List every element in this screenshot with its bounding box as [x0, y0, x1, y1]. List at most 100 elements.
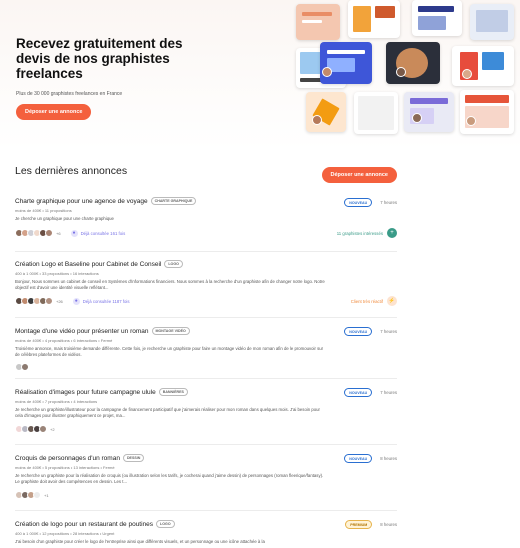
listing-meta: 400 à 1 000€ • 33 propositions • 16 inte… — [15, 271, 99, 276]
listing-status: NOUVEAU 8 heures — [344, 454, 397, 463]
listing-meta: moins de 400€ • 7 propositions • 4 inter… — [15, 399, 98, 404]
listing-footer: +26 ● Déjà consultée 1187 fois Client tr… — [15, 296, 397, 307]
designer-avatar — [312, 115, 322, 125]
hero-subtitle: Plus de 30 000 graphistes freelances en … — [16, 91, 123, 97]
listing-footer: +1 — [15, 491, 397, 500]
section-title: Les dernières annonces — [15, 165, 128, 177]
avatar — [39, 425, 47, 434]
listing-item[interactable]: Croquis de personnages d'un roman DESSIN… — [15, 445, 397, 511]
listing-title[interactable]: Réalisation d'images pour future campagn… — [15, 389, 156, 396]
lightning-icon: ⚡ — [387, 296, 397, 307]
avatar — [45, 229, 53, 238]
interest-info: 11 graphistes intéressés + — [336, 228, 397, 239]
more-applicants-count: +2 — [50, 426, 55, 432]
listings-list: Charte graphique pour une agence de voya… — [15, 195, 397, 548]
listing-footer: +2 — [15, 425, 397, 434]
hero-text: Recevez gratuitement des devis de nos gr… — [16, 36, 216, 120]
listing-footer: +6 ● Déjà consultée 161 fois 11 graphist… — [15, 228, 397, 239]
eye-icon: ● — [70, 229, 78, 237]
designer-avatar — [322, 67, 332, 77]
applicant-avatars — [15, 297, 53, 306]
category-tag[interactable]: LOGO — [156, 520, 175, 528]
listing-meta: moins de 400€ • 11 propositions — [15, 208, 72, 213]
portfolio-tile — [306, 92, 346, 132]
portfolio-tile — [452, 46, 514, 86]
status-badge: NOUVEAU — [344, 454, 373, 463]
portfolio-tile — [470, 4, 514, 40]
designer-avatar — [396, 67, 406, 77]
portfolio-tile — [460, 90, 514, 134]
listing-title[interactable]: Montage d'une vidéo pour présenter un ro… — [15, 328, 149, 335]
hero-post-ad-button[interactable]: Déposer une annonce — [16, 104, 92, 120]
listing-status: NOUVEAU 7 heures — [344, 198, 397, 207]
listings-header: Les dernières annonces Déposer une annon… — [15, 165, 397, 185]
listing-title[interactable]: Création Logo et Baseline pour Cabinet d… — [15, 261, 161, 268]
listing-item[interactable]: Réalisation d'images pour future campagn… — [15, 379, 397, 445]
listing-description: Bonjour, Nous sommes un cabinet de conse… — [15, 279, 325, 291]
add-icon[interactable]: + — [387, 228, 397, 239]
listing-description: J'ai besoin d'un graphiste pour créer le… — [15, 539, 265, 544]
listing-description: Troisième annonce, mais troisième demand… — [15, 346, 324, 358]
applicant-avatars — [15, 425, 47, 434]
listing-title[interactable]: Création de logo pour un restaurant de p… — [15, 521, 153, 528]
listing-item[interactable]: Montage d'une vidéo pour présenter un ro… — [15, 318, 397, 379]
listing-footer — [15, 363, 397, 372]
portfolio-tile — [386, 42, 440, 84]
more-applicants-count: +26 — [56, 298, 63, 304]
avatar — [45, 297, 53, 306]
portfolio-tile — [404, 92, 454, 132]
more-applicants-count: +6 — [56, 230, 61, 236]
category-tag[interactable]: BANNIÈRES — [158, 388, 188, 396]
listing-item[interactable]: Création de logo pour un restaurant de p… — [15, 511, 397, 548]
listing-item[interactable]: Création Logo et Baseline pour Cabinet d… — [15, 252, 397, 318]
portfolio-tile — [348, 0, 400, 38]
views-count: Déjà consultée 1187 fois — [82, 298, 130, 304]
category-tag[interactable]: DESSIN — [122, 454, 145, 462]
listing-meta: 400 à 1 000€ • 12 propositions • 28 inte… — [15, 531, 115, 536]
client-reactive-label: Client très réactif — [350, 298, 383, 304]
listing-time: 8 heures — [380, 522, 397, 527]
applicant-avatars — [15, 229, 53, 238]
listing-time: 7 heures — [380, 390, 397, 395]
listing-status: PREMIUM 8 heures — [345, 520, 397, 529]
listing-title[interactable]: Croquis de personnages d'un roman — [15, 455, 120, 462]
portfolio-tile — [412, 0, 462, 36]
more-applicants-count: +1 — [44, 492, 49, 498]
avatar — [21, 363, 29, 372]
listing-description: Je recherche un graphiste pour la réalis… — [15, 473, 324, 485]
listing-meta: moins de 400€ • 4 propositions • 6 inter… — [15, 338, 113, 343]
eye-icon: ● — [72, 297, 80, 305]
category-tag[interactable]: CHARTE GRAPHIQUE — [150, 197, 197, 205]
hero-banner: Recevez gratuitement des devis de nos gr… — [0, 0, 520, 150]
status-badge: NOUVEAU — [344, 388, 373, 397]
listing-status: NOUVEAU 7 heures — [344, 388, 397, 397]
status-badge: NOUVEAU — [344, 327, 373, 336]
category-tag[interactable]: LOGO — [164, 260, 183, 268]
listing-item[interactable]: Charte graphique pour une agence de voya… — [15, 195, 397, 252]
listing-time: 8 heures — [380, 456, 397, 461]
portfolio-tile — [296, 4, 340, 40]
hero-title: Recevez gratuitement des devis de nos gr… — [16, 36, 183, 81]
views-info: ● Déjà consultée 161 fois — [70, 229, 125, 237]
avatar — [33, 491, 41, 500]
listing-description: Je cherche un graphique pour une charte … — [15, 216, 114, 221]
designer-avatar — [412, 113, 422, 123]
applicant-avatars — [15, 491, 41, 500]
designer-avatar — [462, 69, 472, 79]
listing-time: 7 heures — [380, 329, 397, 334]
listing-title[interactable]: Charte graphique pour une agence de voya… — [15, 198, 148, 205]
listing-description: Je recherche un graphiste/illustrateur p… — [15, 407, 320, 419]
listing-meta: moins de 400€ • 5 propositions • 13 inte… — [15, 465, 115, 470]
designer-avatar — [466, 116, 476, 126]
premium-badge: PREMIUM — [345, 520, 373, 529]
post-ad-button[interactable]: Déposer une annonce — [321, 167, 397, 183]
views-info: ● Déjà consultée 1187 fois — [72, 297, 130, 305]
applicant-avatars — [15, 363, 29, 372]
portfolio-tile — [320, 42, 372, 84]
listing-status: NOUVEAU 7 heures — [344, 327, 397, 336]
category-tag[interactable]: MONTAGE VIDÉO — [151, 327, 190, 335]
status-badge: NOUVEAU — [344, 198, 373, 207]
listing-time: 7 heures — [380, 200, 397, 205]
client-reactive-info: Client très réactif ⚡ — [350, 296, 397, 307]
interest-label: 11 graphistes intéressés — [336, 230, 383, 236]
